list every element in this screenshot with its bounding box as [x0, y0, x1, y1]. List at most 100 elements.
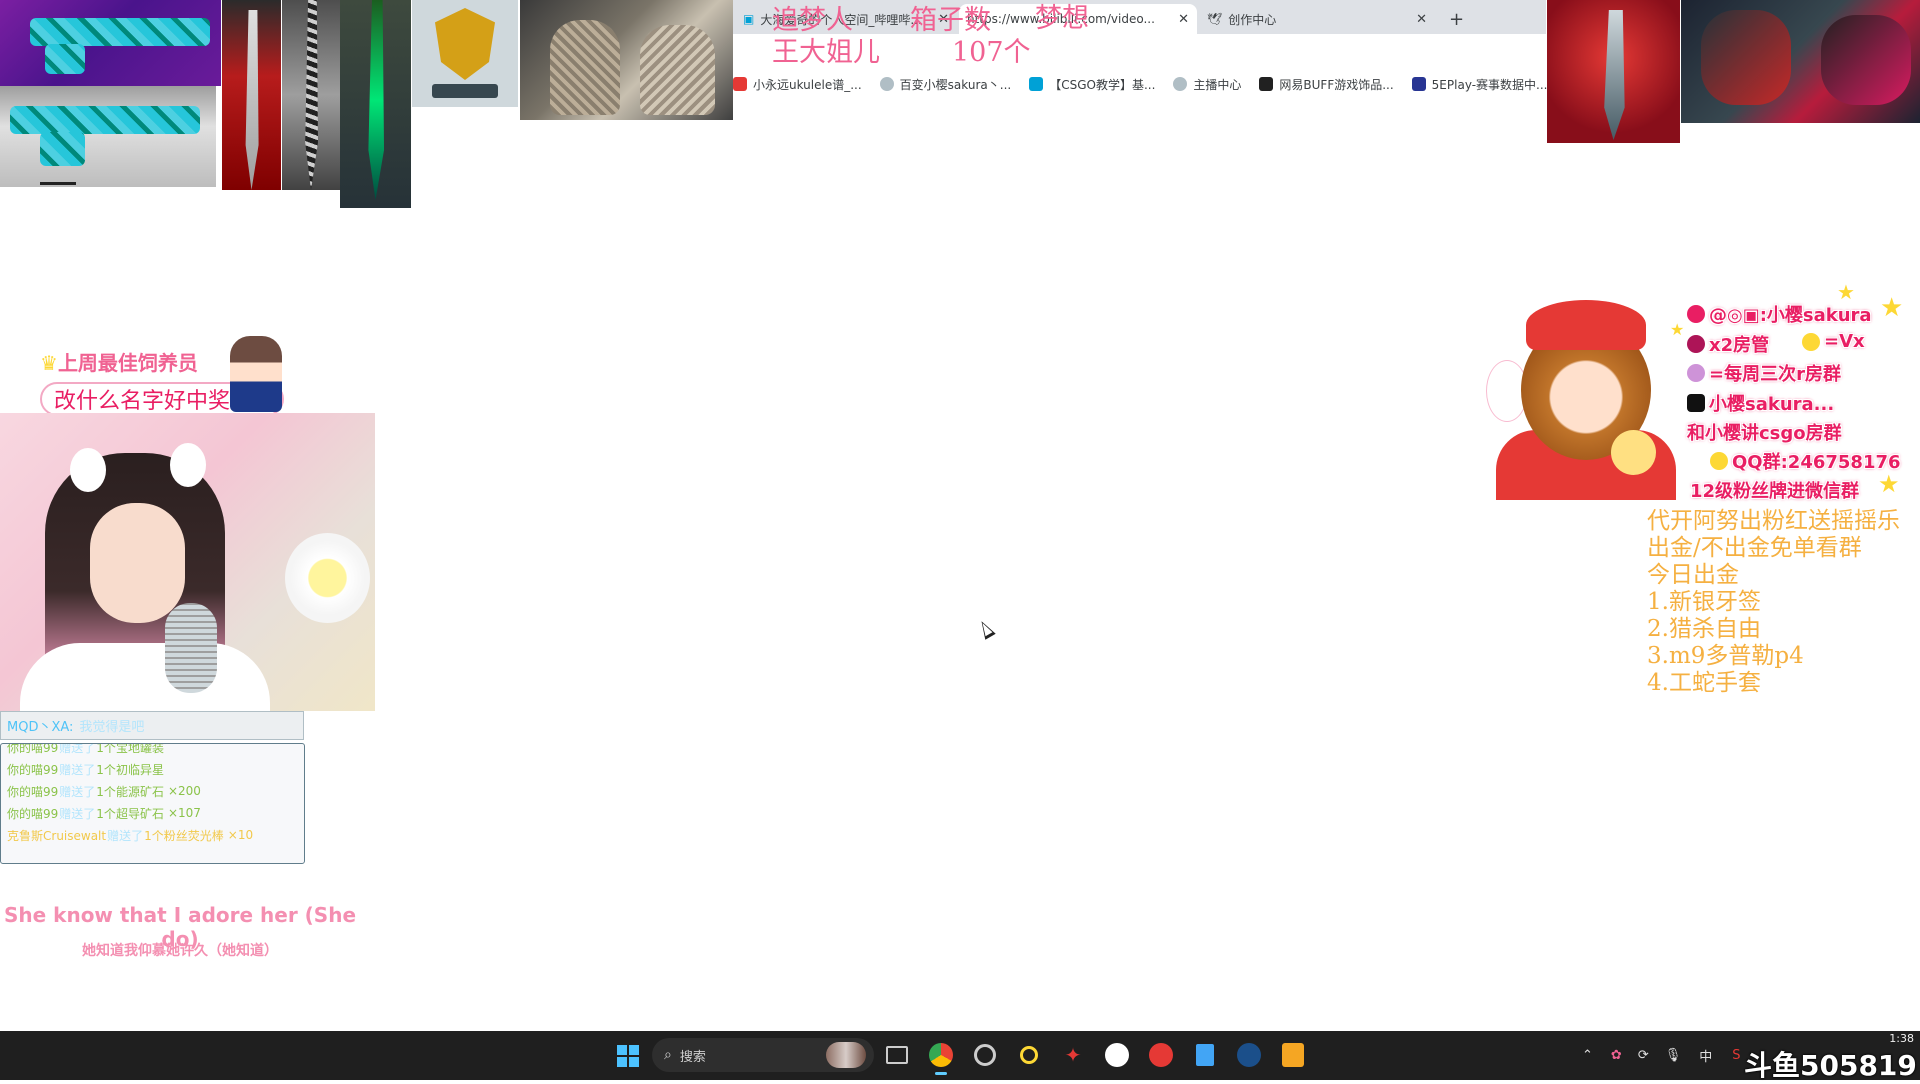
search-icon: ⌕: [664, 1047, 672, 1063]
body-shape: [20, 643, 270, 711]
chat-message: MQD丶XA: 我觉得是吧: [0, 711, 304, 740]
cat-ear-left: [70, 448, 106, 492]
obs-icon[interactable]: [970, 1040, 1000, 1070]
star-icon: ★: [1880, 293, 1904, 323]
gift-feed: 你的喵99 赠送了 1个 宝地罐装 你的喵99 赠送了 1个 初临异星 你的喵99 赠送了 1个…: [0, 743, 305, 864]
famas-grip-shape: [45, 44, 85, 74]
social-line: @◎▣:小樱sakura: [1687, 301, 1872, 327]
g2-banner: [432, 84, 498, 98]
blade-shape-2: [305, 0, 318, 190]
bookmark-item[interactable]: 百变小樱sakura丶...: [879, 76, 1011, 93]
social-text: @◎▣:小樱sakura: [1709, 305, 1872, 326]
steam-icon[interactable]: [1234, 1040, 1264, 1070]
social-text: =Vx: [1824, 331, 1865, 352]
famas-skin-thumbnail: [0, 0, 221, 86]
sync-icon[interactable]: ⟳: [1638, 1048, 1649, 1063]
rocket-icon: [1687, 335, 1705, 353]
weibo-icon: [1687, 305, 1705, 323]
bookmark-item[interactable]: 网易BUFF游戏饰品...: [1259, 76, 1394, 93]
bookmark-item[interactable]: 主播中心: [1173, 76, 1241, 93]
famas-gun-shape-2: [10, 106, 200, 134]
social-text: 12级粉丝牌进微信群: [1690, 481, 1860, 502]
bookmark-label: 小永远ukulele谱_...: [753, 77, 862, 92]
hat-shape: [1526, 300, 1646, 350]
red-app-icon[interactable]: ✦: [1058, 1040, 1088, 1070]
microphone-icon[interactable]: 🎙: [1665, 1048, 1682, 1063]
gift-line: 你的喵99 赠送了 1个 宝地罐装: [7, 743, 304, 758]
bookmark-item[interactable]: 小永远ukulele谱_...: [733, 76, 862, 93]
gift-verb: 赠送了: [59, 784, 96, 799]
gift-line: 你的喵99 赠送了 1个 能源矿石 ×200: [7, 780, 304, 802]
ime-indicator[interactable]: 中: [1699, 1046, 1712, 1065]
notepad-icon[interactable]: [1190, 1040, 1220, 1070]
right-glove-shape: [640, 25, 715, 115]
gift-line: 你的喵99 赠送了 1个 超导矿石 ×107: [7, 802, 304, 824]
close-tab-icon[interactable]: ✕: [1416, 12, 1427, 27]
yellow-circle-app-icon[interactable]: [1014, 1040, 1044, 1070]
mouse-cursor-icon: [976, 618, 996, 640]
info-line: 4.工蛇手套: [1647, 670, 1761, 696]
gift-line: 你的喵99 赠送了 1个 初临异星: [7, 758, 304, 780]
bookmark-item[interactable]: 【CSGO教学】基...: [1029, 76, 1155, 93]
browser-tab[interactable]: 🕊 创作中心 ✕: [1199, 4, 1435, 34]
gift-verb: 赠送了: [59, 762, 96, 777]
gift-user: 你的喵99: [7, 743, 59, 755]
anime-mascot-left: [230, 336, 282, 412]
progress-line: [40, 182, 76, 185]
douyu-room-watermark: 斗鱼505819: [1744, 1049, 1917, 1082]
gift-verb: 赠送了: [59, 806, 96, 821]
browser-tab-strip: ▣ 大海爱奇的个人空间_哔哩哔... ✕ https://www.bilibil…: [733, 0, 1546, 34]
chevron-up-icon[interactable]: ⌃: [1582, 1048, 1593, 1063]
social-line: x2房管: [1687, 331, 1769, 357]
stat-title-dream: 梦想: [1035, 3, 1089, 34]
driver-gloves-skin-thumbnail: [1681, 0, 1920, 123]
stream-info-list: 代开阿努出粉红送摇摇乐 出金/不出金免单看群 今日出金 1.新银牙签 2.猎杀自…: [1647, 508, 1900, 697]
chat-app-icon[interactable]: [1102, 1040, 1132, 1070]
netease-music-icon[interactable]: [1146, 1040, 1176, 1070]
avatar-icon: [1687, 364, 1705, 382]
chrome-icon[interactable]: [926, 1040, 956, 1075]
plane-icon: [1802, 332, 1820, 351]
gift-verb: 赠送了: [107, 828, 144, 843]
stat-value-dreamer: 王大姐儿: [772, 37, 880, 68]
bookmark-label: 主播中心: [1193, 77, 1242, 92]
csgo-icon[interactable]: [1278, 1040, 1308, 1070]
info-line: 3.m9多普勒p4: [1647, 643, 1804, 669]
tab-title: 创作中心: [1228, 12, 1277, 27]
windows-start-icon[interactable]: [617, 1045, 639, 1067]
plus-icon: +: [1449, 8, 1465, 30]
famas-grip-shape-2: [40, 132, 85, 166]
info-line: 出金/不出金免单看群: [1647, 535, 1862, 561]
kero-mascot-shape: [1611, 430, 1656, 475]
tray-app-icon[interactable]: ✿: [1611, 1048, 1622, 1063]
dagger-shape: [1604, 10, 1625, 140]
buff-icon: [1259, 77, 1274, 91]
gift-user: 克鲁斯Cruisewalt: [7, 828, 107, 843]
social-line: 和小樱讲csgo房群: [1687, 419, 1842, 445]
task-view-icon[interactable]: [882, 1040, 912, 1070]
knife-skin-thumbnail-emerald: [340, 0, 411, 208]
sogou-icon[interactable]: S: [1732, 1048, 1740, 1063]
douyin-icon: [1687, 394, 1705, 412]
taskbar-search-box[interactable]: ⌕ 搜索: [652, 1038, 874, 1072]
knife-skin-thumbnail-bowie: [282, 0, 340, 190]
bird-icon: [879, 77, 894, 91]
bookmark-label: 5EPlay-赛事数据中...: [1431, 77, 1548, 92]
bookmark-label: 网易BUFF游戏饰品...: [1279, 77, 1394, 92]
windows-taskbar: ⌕ 搜索 ✦ ⌃ ✿ ⟳ 🎙 中 S 1:38: [0, 1031, 1920, 1080]
close-tab-icon[interactable]: ✕: [1178, 12, 1189, 27]
social-line: 小樱sakura...: [1687, 390, 1834, 416]
star-icon: ★: [1837, 280, 1855, 304]
shadow-daggers-skin-thumbnail: [1547, 0, 1680, 143]
bookmarks-bar: 小永远ukulele谱_... 百变小樱sakura丶... 【CSGO教学】基…: [733, 68, 1548, 100]
info-line: 1.新银牙签: [1647, 589, 1761, 615]
new-tab-button[interactable]: +: [1441, 4, 1477, 34]
bookmark-item[interactable]: 5EPlay-赛事数据中...: [1411, 76, 1548, 93]
info-line: 2.猎杀自由: [1647, 616, 1761, 642]
bird-icon: [1173, 77, 1188, 91]
gift-name: 超导矿石: [115, 806, 164, 821]
cat-ear-right: [170, 443, 206, 487]
crown-icon: ♛: [40, 351, 58, 375]
gift-name: 粉丝荧光棒: [163, 828, 224, 843]
red-bookmark-icon: [733, 77, 747, 91]
